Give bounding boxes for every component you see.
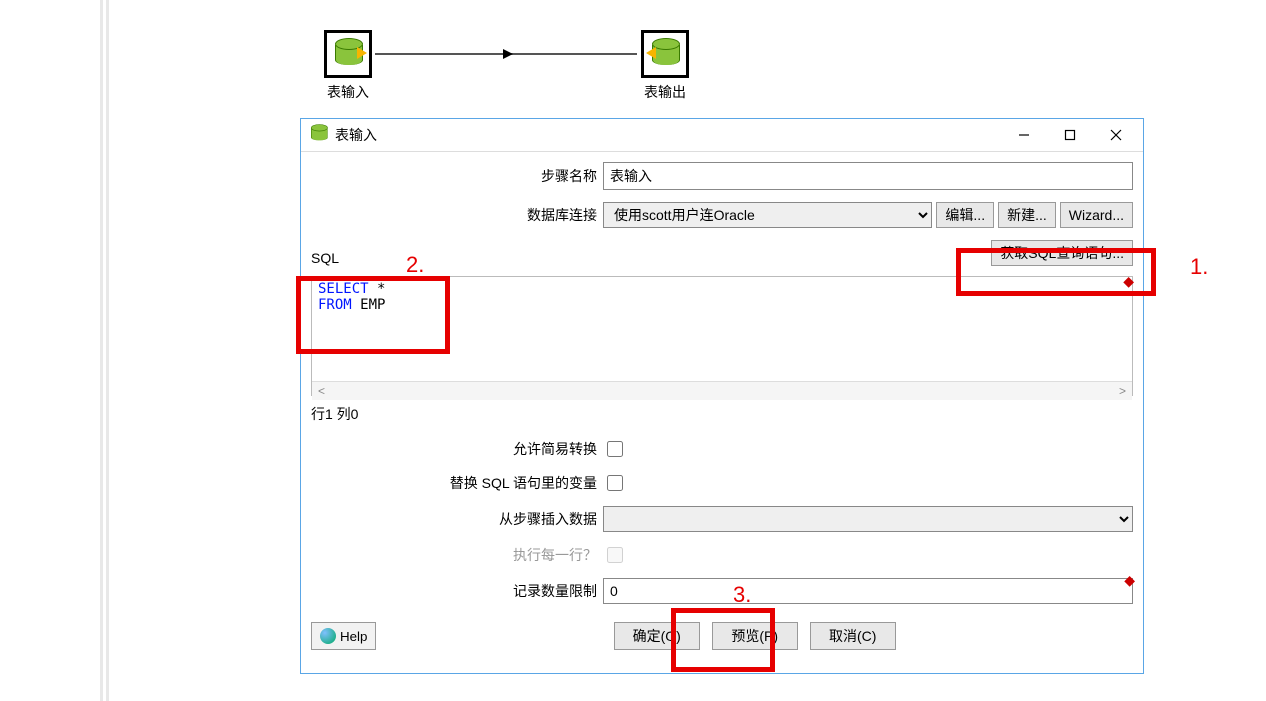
minimize-button[interactable] (1001, 120, 1047, 150)
allow-lazy-checkbox[interactable] (607, 441, 623, 457)
cursor-position-status: 行1 列0 (311, 402, 1133, 432)
step-name-input[interactable] (603, 162, 1133, 190)
maximize-button[interactable] (1047, 120, 1093, 150)
insert-from-step-label: 从步骤插入数据 (311, 509, 603, 529)
variable-diamond-icon: ◆ (1123, 273, 1134, 290)
step-name-label: 步骤名称 (311, 166, 603, 186)
table-input-dialog: 表输入 步骤名称 数据库连接 使用scott用户连Oracle 编辑... 新建… (300, 118, 1144, 674)
allow-lazy-label: 允许简易转换 (311, 439, 603, 459)
sql-editor-wrap: ◆ SELECT * FROM EMP < > (311, 276, 1133, 396)
get-sql-button[interactable]: 获取SQL查询语句... (991, 240, 1133, 266)
insert-from-step-select[interactable] (603, 506, 1133, 532)
scroll-right-icon[interactable]: > (1119, 384, 1126, 398)
step-label: 表输出 (640, 82, 690, 102)
step-label: 表输入 (323, 82, 373, 102)
window-title: 表输入 (335, 125, 377, 145)
sql-label: SQL (311, 250, 339, 266)
db-input-icon (324, 30, 372, 78)
replace-vars-label: 替换 SQL 语句里的变量 (311, 473, 603, 493)
close-button[interactable] (1093, 120, 1139, 150)
annotation-number-1: 1. (1190, 254, 1208, 280)
h-scrollbar[interactable]: < > (312, 381, 1132, 400)
step-table-output-node[interactable]: 表输出 (640, 30, 690, 102)
titlebar[interactable]: 表输入 (301, 119, 1143, 152)
exec-each-row-label: 执行每一行？ (311, 545, 603, 565)
scroll-left-icon[interactable]: < (318, 384, 325, 398)
help-button[interactable]: Help (311, 622, 376, 650)
db-output-icon (641, 30, 689, 78)
step-table-input-node[interactable]: 表输入 (323, 30, 373, 102)
db-conn-label: 数据库连接 (311, 205, 603, 225)
db-input-icon (311, 126, 329, 144)
hop-line[interactable] (375, 53, 637, 55)
new-conn-button[interactable]: 新建... (998, 202, 1056, 228)
limit-input[interactable] (603, 578, 1133, 604)
replace-vars-checkbox[interactable] (607, 475, 623, 491)
exec-each-row-checkbox (607, 547, 623, 563)
edit-conn-button[interactable]: 编辑... (936, 202, 994, 228)
db-conn-select[interactable]: 使用scott用户连Oracle (603, 202, 932, 228)
cancel-button[interactable]: 取消(C) (810, 622, 896, 650)
variable-diamond-icon: ◆ (1124, 572, 1135, 589)
wizard-button[interactable]: Wizard... (1060, 202, 1133, 228)
preview-button[interactable]: 预览(P) (712, 622, 798, 650)
help-icon (320, 628, 336, 644)
ok-button[interactable]: 确定(O) (614, 622, 700, 650)
annotation-number-3: 3. (733, 582, 751, 608)
limit-label: 记录数量限制 (311, 581, 603, 601)
arrow-icon (503, 49, 513, 59)
sql-editor[interactable]: SELECT * FROM EMP (312, 277, 1132, 381)
annotation-number-2: 2. (406, 252, 424, 278)
